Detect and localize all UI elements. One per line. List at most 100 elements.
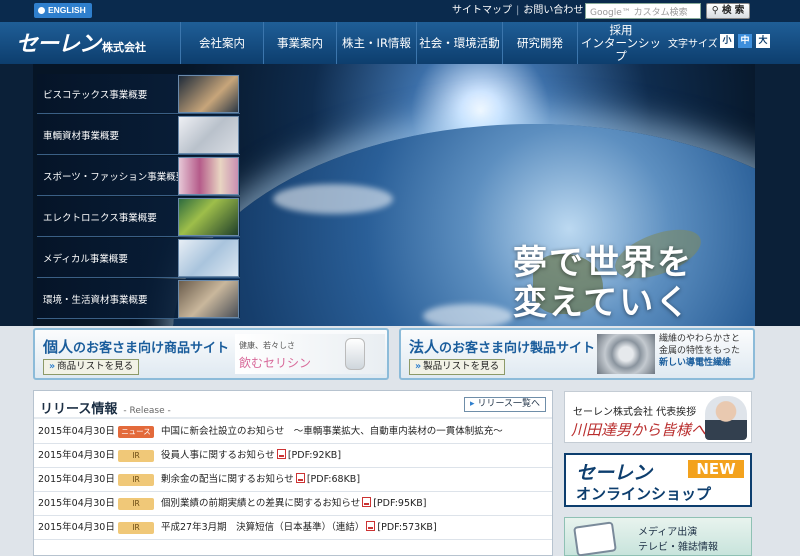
release-title-text: リリース情報 xyxy=(40,402,118,417)
corporate-products-banner[interactable]: 法人のお客さま向け製品サイト » 製品リストを見る 繊維のやわらかさと 金属の特性… xyxy=(399,328,755,380)
media-line1: メディア出演 xyxy=(638,527,698,538)
business-thumbnail xyxy=(178,198,239,236)
nav-recruit[interactable]: 採用 インターンシップ xyxy=(577,22,664,64)
nav-rd[interactable]: 研究開発 xyxy=(502,22,577,64)
nav-business[interactable]: 事業案内 xyxy=(263,22,336,64)
sitemap-link[interactable]: サイトマップ xyxy=(452,5,512,16)
english-label: ENGLISH xyxy=(48,5,86,15)
banner-title-big: 法人 xyxy=(409,338,440,356)
business-item-sports-fashion[interactable]: スポーツ・ファッション事業概要 xyxy=(37,156,240,196)
pdf-size: [PDF:92KB] xyxy=(287,450,342,461)
business-item-label: スポーツ・ファッション事業概要 xyxy=(43,171,186,183)
logo-sub: 株式会社 xyxy=(102,41,147,54)
business-item-electronics[interactable]: エレクトロニクス事業概要 xyxy=(37,197,240,237)
release-link[interactable]: 個別業績の前期実績との差異に関するお知らせ [PDF:95KB] xyxy=(161,492,426,516)
tagline-line1: 夢で世界を xyxy=(513,243,693,283)
business-thumbnail xyxy=(178,157,239,195)
pdf-size: [PDF:573KB] xyxy=(377,522,437,533)
greeting-line1: セーレン株式会社 代表挨拶 xyxy=(573,407,697,418)
util-separator: | xyxy=(516,5,520,16)
personal-products-banner[interactable]: 個人のお客さま向け商品サイト » 商品リストを見る 健康、若々しさ 飲むセリシン xyxy=(33,328,389,380)
release-row[interactable]: 2015年04月30日 IR 役員人事に関するお知らせ [PDF:92KB] xyxy=(34,444,552,468)
search-icon: ⚲ xyxy=(711,5,719,16)
arrow-right-icon: » xyxy=(49,361,56,372)
business-item-viscotecs[interactable]: ビスコテックス事業概要 xyxy=(37,74,240,114)
banner-title: 個人のお客さま向け商品サイト xyxy=(43,336,229,357)
pdf-icon xyxy=(276,449,286,459)
business-item-label: 環境・生活資材事業概要 xyxy=(43,294,148,306)
business-thumbnail xyxy=(178,280,239,318)
button-label: 製品リストを見る xyxy=(423,361,500,372)
tagline-line2: 変えていく xyxy=(513,283,692,323)
banner-tag: 健康、若々しさ xyxy=(239,341,295,350)
release-link[interactable]: 役員人事に関するお知らせ [PDF:92KB] xyxy=(161,444,341,468)
business-item-medical[interactable]: メディカル事業概要 xyxy=(37,238,240,278)
release-panel: リリース情報 - Release - ▸ リリース一覧へ 2015年04月30日 … xyxy=(33,390,553,556)
release-link[interactable]: 平成27年3月期 決算短信（日本基準）（連結） [PDF:573KB] xyxy=(161,516,437,540)
fontsize-medium-button[interactable]: 中 xyxy=(738,34,752,48)
banner-tag: 新しい導電性繊維 xyxy=(659,358,732,368)
pdf-icon xyxy=(362,497,372,507)
fontsize-small-button[interactable]: 小 xyxy=(720,34,734,48)
english-button[interactable]: ENGLISH xyxy=(34,3,92,18)
pdf-size: [PDF:95KB] xyxy=(373,498,427,509)
release-row[interactable]: 2015年04月30日 IR 個別業績の前期実績との差異に関するお知らせ [PDF… xyxy=(34,492,552,516)
release-date: 2015年04月30日 xyxy=(38,426,115,437)
release-text: 個別業績の前期実績との差異に関するお知らせ xyxy=(161,498,361,509)
nav-csr[interactable]: 社会・環境活動 xyxy=(416,22,502,64)
online-shop-banner[interactable]: セーレン NEW オンラインショップ xyxy=(564,453,752,507)
release-subtitle: - Release - xyxy=(123,406,171,416)
nav-company[interactable]: 会社案内 xyxy=(180,22,263,64)
business-item-label: メディカル事業概要 xyxy=(43,253,128,265)
hero-tagline: 夢で世界を 変えていく xyxy=(513,243,693,323)
contact-link[interactable]: お問い合わせ xyxy=(523,5,583,16)
business-item-label: ビスコテックス事業概要 xyxy=(43,89,148,101)
release-row[interactable]: 2015年04月30日 IR 剰余金の配当に関するお知らせ [PDF:68KB] xyxy=(34,468,552,492)
fontsize-large-button[interactable]: 大 xyxy=(756,34,770,48)
banner-tag: 金属の特性をもった xyxy=(659,346,741,356)
banner-tag: 繊維のやわらかさと xyxy=(659,334,741,344)
banner-tag: 飲むセリシン xyxy=(239,356,312,370)
search-button[interactable]: ⚲ 検 索 xyxy=(706,3,750,19)
greeting-line2: 川田達男から皆様へ xyxy=(571,421,707,439)
release-header: リリース情報 - Release - ▸ リリース一覧へ xyxy=(34,391,552,419)
ir-badge: IR xyxy=(118,498,154,510)
ir-badge: IR xyxy=(118,522,154,534)
banner-title-rest: のお客さま向け製品サイト xyxy=(439,341,596,356)
cloud-shape xyxy=(423,304,513,326)
release-link[interactable]: 剰余金の配当に関するお知らせ [PDF:68KB] xyxy=(161,468,360,492)
release-text: 中国に新会社設立のお知らせ ～車輌事業拡大、自動車内装材の一貫体制拡充～ xyxy=(161,426,503,437)
release-list-button[interactable]: ▸ リリース一覧へ xyxy=(464,397,546,412)
release-row[interactable]: 2015年04月30日 ニュース 中国に新会社設立のお知らせ ～車輌事業拡大、自… xyxy=(34,420,552,444)
release-date: 2015年04月30日 xyxy=(38,450,115,461)
list-icon: ▸ xyxy=(470,399,475,409)
release-row[interactable]: 2015年04月30日 IR 平成27年3月期 決算短信（日本基準）（連結） [P… xyxy=(34,516,552,540)
release-title: リリース情報 - Release - xyxy=(40,398,171,417)
business-item-vehicle[interactable]: 車輌資材事業概要 xyxy=(37,115,240,155)
company-logo[interactable]: セーレン 株式会社 xyxy=(16,26,146,58)
personal-products-list-button[interactable]: » 商品リストを見る xyxy=(43,359,140,375)
nav-ir[interactable]: 株主・IR情報 xyxy=(336,22,416,64)
business-thumbnail xyxy=(178,75,239,113)
pdf-icon xyxy=(295,473,305,483)
cloud-shape xyxy=(273,184,393,214)
arrow-right-icon: » xyxy=(415,361,422,372)
ir-badge: IR xyxy=(118,450,154,462)
business-item-label: エレクトロニクス事業概要 xyxy=(43,212,157,224)
logo-main: セーレン xyxy=(16,32,101,57)
corporate-products-list-button[interactable]: » 製品リストを見る xyxy=(409,359,506,375)
search-input[interactable]: Google™ カスタム検索 xyxy=(585,3,701,19)
business-item-environment[interactable]: 環境・生活資材事業概要 xyxy=(37,279,240,319)
business-menu: ビスコテックス事業概要 車輌資材事業概要 スポーツ・ファッション事業概要 エレク… xyxy=(37,74,240,320)
sericin-product-image: 健康、若々しさ 飲むセリシン xyxy=(235,334,385,374)
release-text: 平成27年3月期 決算短信（日本基準）（連結） xyxy=(161,522,365,533)
button-label: 商品リストを見る xyxy=(57,361,134,372)
president-greeting-banner[interactable]: セーレン株式会社 代表挨拶 川田達男から皆様へ xyxy=(564,391,752,443)
pdf-size: [PDF:68KB] xyxy=(306,474,361,485)
media-line2: テレビ・雑誌情報 xyxy=(638,542,718,553)
media-info-banner[interactable]: メディア出演 テレビ・雑誌情報 xyxy=(564,517,752,556)
tv-icon xyxy=(573,521,617,556)
release-link[interactable]: 中国に新会社設立のお知らせ ～車輌事業拡大、自動車内装材の一貫体制拡充～ xyxy=(161,420,503,444)
banner-title: 法人のお客さま向け製品サイト xyxy=(409,336,595,357)
pdf-icon xyxy=(366,521,376,531)
